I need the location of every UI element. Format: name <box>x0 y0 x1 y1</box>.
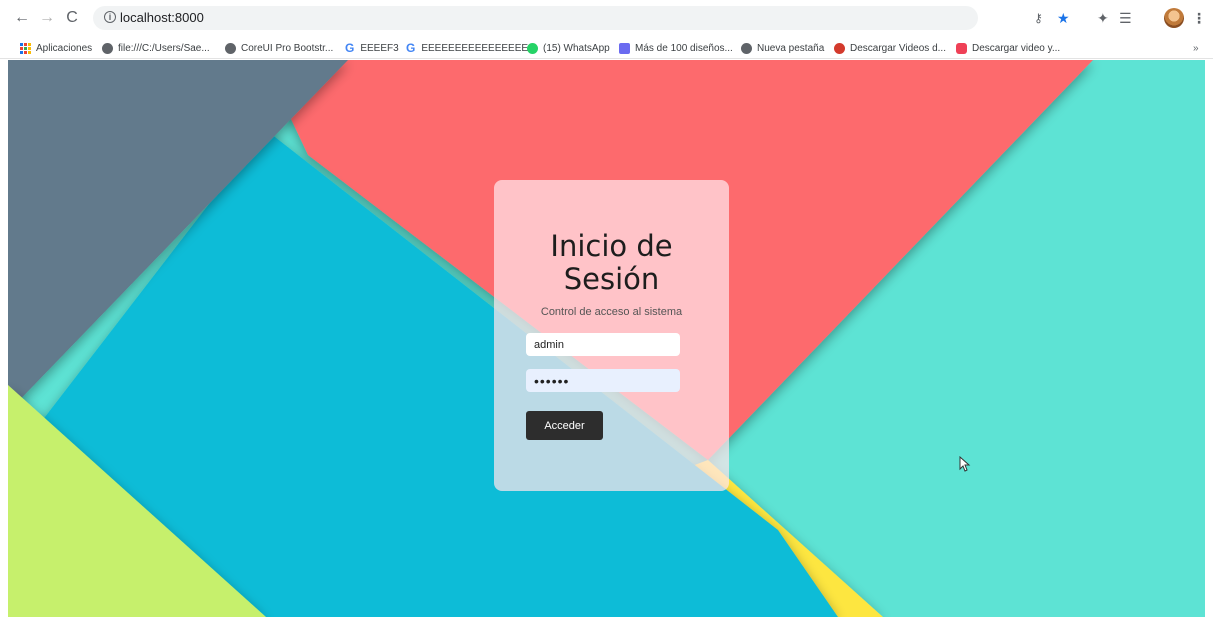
login-submit-button[interactable]: Acceder <box>526 411 603 440</box>
info-icon[interactable]: i <box>104 11 116 23</box>
bookmark-item[interactable]: (15) WhatsApp <box>527 40 610 56</box>
password-input[interactable] <box>526 369 680 392</box>
reload-icon[interactable]: C <box>62 8 82 28</box>
login-card: Inicio de Sesión Control de acceso al si… <box>494 180 729 491</box>
media-queue-icon[interactable]: ☰ <box>1119 9 1132 27</box>
username-input[interactable] <box>526 333 680 356</box>
login-title: Inicio de Sesión <box>550 229 673 296</box>
google-icon: G <box>345 41 355 55</box>
bookmark-item[interactable]: G EEEEF3 <box>345 40 399 56</box>
key-icon[interactable]: ⚷ <box>1034 9 1043 27</box>
bookmarks-overflow-button[interactable]: » <box>1193 40 1199 56</box>
forward-arrow-icon[interactable]: → <box>37 8 57 28</box>
bookmark-item[interactable]: Descargar video y... <box>956 40 1060 56</box>
whatsapp-icon <box>527 42 538 54</box>
globe-icon <box>225 42 236 54</box>
pocket-icon <box>956 42 967 54</box>
menu-icon[interactable]: ⋮ <box>1192 9 1206 27</box>
login-subtitle: Control de acceso al sistema <box>540 306 683 318</box>
bookmark-item[interactable]: Nueva pestaña <box>741 40 824 56</box>
star-icon[interactable]: ★ <box>1057 9 1070 27</box>
globe-icon <box>741 42 752 54</box>
bookmark-item[interactable]: Descargar Videos d... <box>834 40 946 56</box>
page-viewport: Inicio de Sesión Control de acceso al si… <box>8 60 1205 617</box>
bookmark-item[interactable]: G EEEEEEEEEEEEEEEE... <box>406 40 536 56</box>
browser-toolbar: ← → C i localhost:8000 ⚷ ★ ✦ ☰ ⋮ <box>0 0 1213 38</box>
mouse-cursor-icon <box>959 456 971 472</box>
address-bar[interactable]: i localhost:8000 <box>93 6 978 30</box>
extensions-icon[interactable]: ✦ <box>1097 9 1109 27</box>
bookmarks-bar: Aplicaciones file:///C:/Users/Sae... Cor… <box>0 38 1213 59</box>
bookmark-icon <box>619 42 630 54</box>
globe-icon <box>102 42 113 54</box>
bookmark-item[interactable]: Más de 100 diseños... <box>619 40 733 56</box>
bookmark-item[interactable]: Aplicaciones <box>20 40 92 56</box>
back-arrow-icon[interactable]: ← <box>12 8 32 28</box>
apps-grid-icon <box>20 42 31 54</box>
url-text[interactable]: localhost:8000 <box>120 10 204 25</box>
profile-avatar[interactable] <box>1164 8 1184 28</box>
bookmark-item[interactable]: CoreUI Pro Bootstr... <box>225 40 333 56</box>
bookmark-item[interactable]: file:///C:/Users/Sae... <box>102 40 210 56</box>
tomato-icon <box>834 42 845 54</box>
google-icon: G <box>406 41 416 55</box>
